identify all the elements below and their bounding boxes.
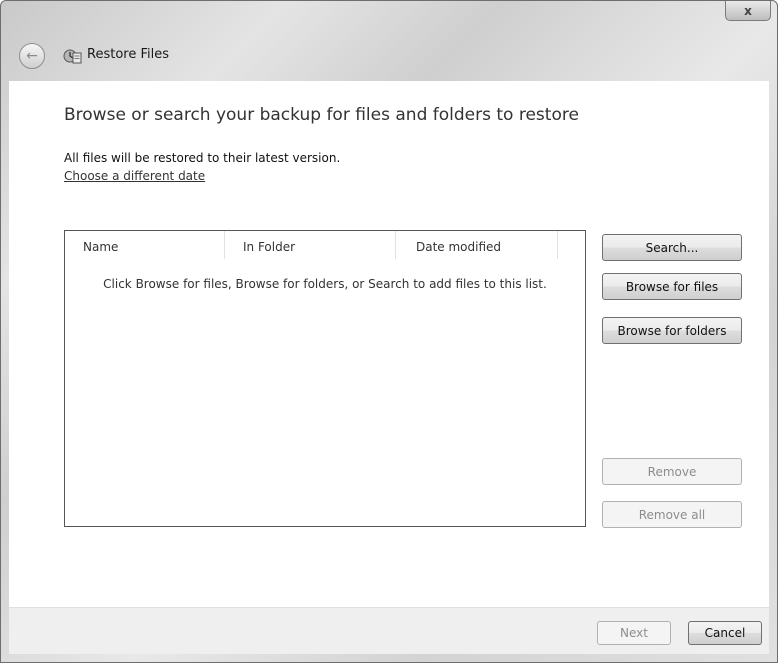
back-button[interactable]: ← xyxy=(19,43,45,69)
column-header-in-folder[interactable]: In Folder xyxy=(225,231,396,259)
window-title: Restore Files xyxy=(87,47,169,62)
file-list-header: Name In Folder Date modified xyxy=(65,231,585,259)
page-heading: Browse or search your backup for files a… xyxy=(64,105,579,125)
browse-for-folders-button[interactable]: Browse for folders xyxy=(602,317,742,344)
back-arrow-icon: ← xyxy=(26,48,38,64)
cancel-button[interactable]: Cancel xyxy=(688,621,762,645)
next-button[interactable]: Next xyxy=(597,621,671,645)
empty-list-message: Click Browse for files, Browse for folde… xyxy=(103,277,547,291)
file-list[interactable]: Name In Folder Date modified Click Brows… xyxy=(64,230,586,527)
choose-different-date-link[interactable]: Choose a different date xyxy=(64,169,205,183)
close-icon: x xyxy=(744,3,752,18)
close-button[interactable]: x xyxy=(725,1,771,21)
wizard-content: Browse or search your backup for files a… xyxy=(9,81,769,607)
search-button[interactable]: Search... xyxy=(602,234,742,261)
remove-all-button[interactable]: Remove all xyxy=(602,501,742,528)
wizard-footer: Next Cancel xyxy=(9,607,769,654)
restore-info-text: All files will be restored to their late… xyxy=(64,151,341,165)
column-header-name[interactable]: Name xyxy=(65,231,225,259)
remove-button[interactable]: Remove xyxy=(602,458,742,485)
column-header-date-modified[interactable]: Date modified xyxy=(396,231,558,259)
restore-files-window: x ← Restore Files Browse or search your … xyxy=(0,0,778,663)
title-bar: x ← Restore Files xyxy=(1,1,777,81)
restore-files-icon xyxy=(63,49,82,64)
browse-for-files-button[interactable]: Browse for files xyxy=(602,273,742,300)
